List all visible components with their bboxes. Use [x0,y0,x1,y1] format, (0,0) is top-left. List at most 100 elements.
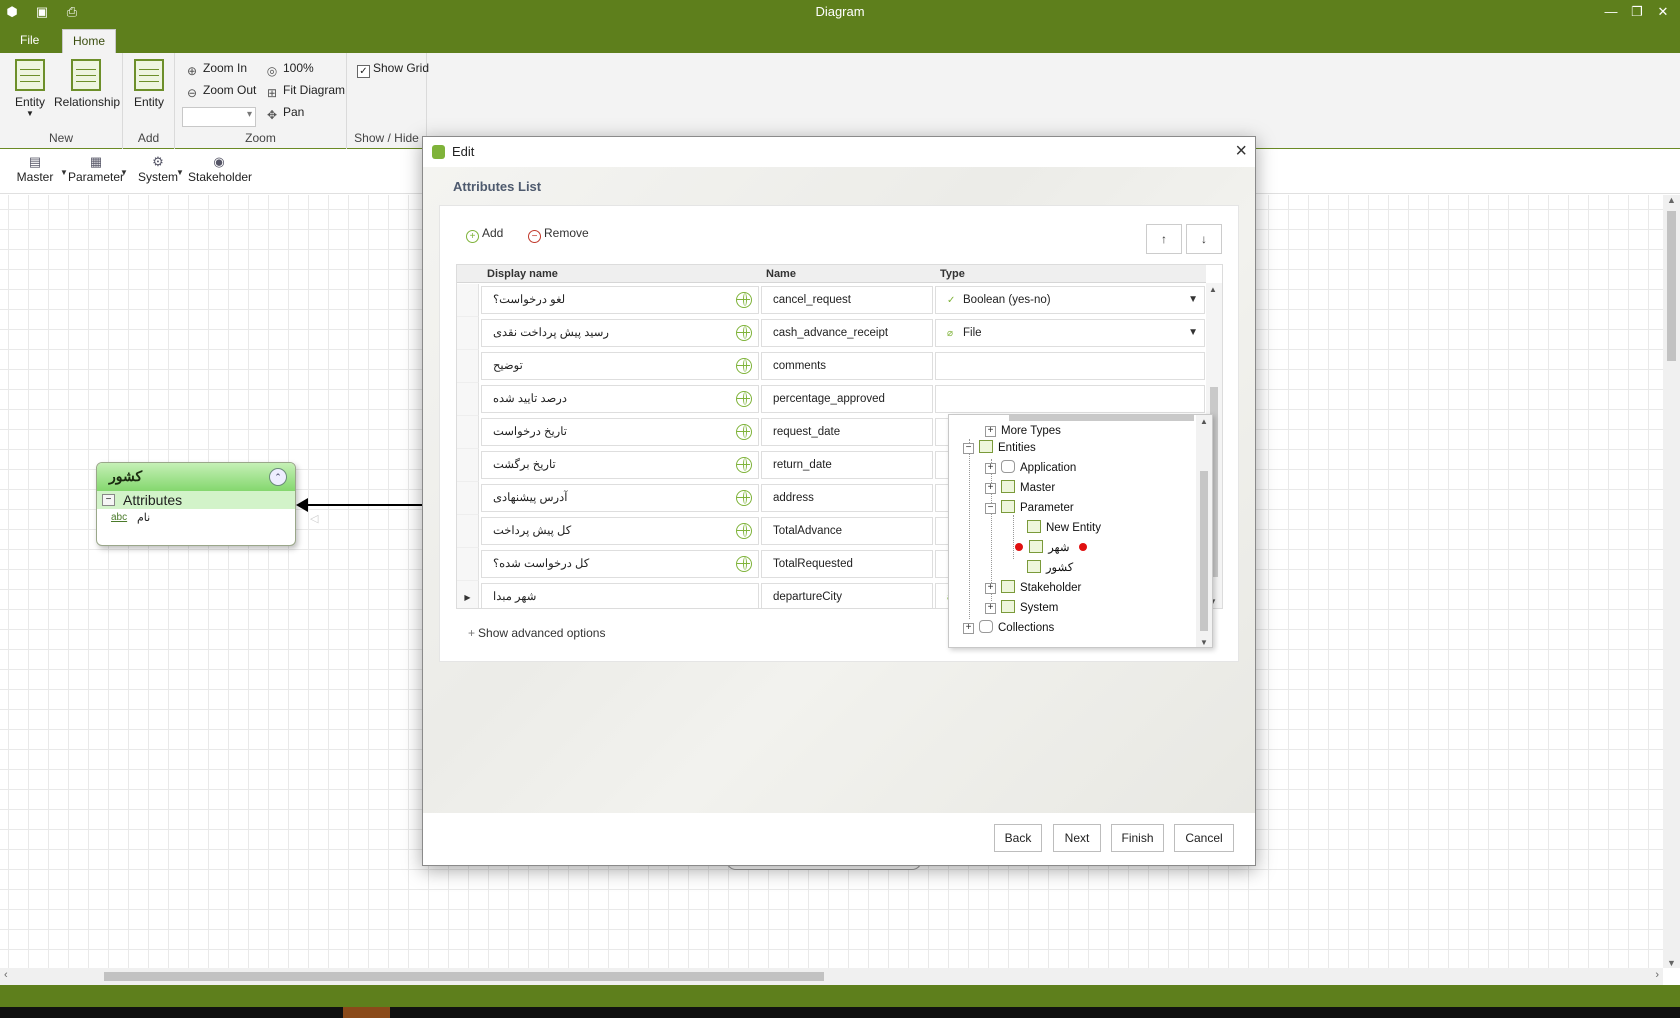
new-relationship-button[interactable]: Relationship [54,59,120,109]
collapse-icon[interactable]: − [985,503,996,514]
next-button[interactable]: Next [1053,824,1101,852]
globe-icon[interactable] [736,292,752,308]
close-icon[interactable]: × [1235,140,1247,163]
type-cell[interactable] [935,385,1205,413]
display-name-cell[interactable]: لغو درخواست؟ [481,286,759,314]
tree-item-application[interactable]: + Application [985,459,1076,478]
scroll-down-icon[interactable]: ▼ [1200,638,1208,647]
type-cell[interactable]: ✓ Boolean (yes-no) ▼ [935,286,1205,314]
globe-icon[interactable] [736,556,752,572]
move-down-button[interactable]: ↓ [1186,224,1222,254]
row-selector[interactable] [457,449,479,482]
scroll-down-icon[interactable]: ▼ [1666,958,1677,968]
scroll-up-icon[interactable]: ▲ [1666,195,1677,205]
globe-icon[interactable] [736,457,752,473]
name-cell[interactable]: departureCity [761,583,933,608]
table-row[interactable]: درصد تایید شده percentage_approved [457,383,1206,416]
display-name-cell[interactable]: تاریخ درخواست [481,418,759,446]
name-cell[interactable]: return_date [761,451,933,479]
fit-diagram-button[interactable]: ⊞ Fit Diagram [265,80,345,100]
toolbar-stakeholder-button[interactable]: ◉ Stakeholder [188,154,252,184]
tree-item-parameter[interactable]: − Parameter [985,499,1074,518]
name-cell[interactable]: TotalAdvance [761,517,933,545]
display-name-cell[interactable]: کل درخواست شده؟ [481,550,759,578]
name-cell[interactable]: percentage_approved [761,385,933,413]
zoom-in-button[interactable]: ⊕ Zoom In [185,58,247,78]
add-entity-button[interactable]: Entity [129,59,169,109]
table-row[interactable]: رسید پیش پرداخت نقدی cash_advance_receipt… [457,317,1206,350]
column-header-name[interactable]: Name [766,268,796,280]
minimize-icon[interactable]: — [1598,2,1624,21]
pan-button[interactable]: ✥ Pan [265,102,304,122]
display-name-cell[interactable]: درصد تایید شده [481,385,759,413]
toolbar-master-button[interactable]: ▤ Master ▼ [14,154,68,184]
tree-vertical-scrollbar[interactable]: ▲ ▼ [1196,415,1212,647]
globe-icon[interactable] [736,391,752,407]
close-window-icon[interactable]: ✕ [1650,2,1676,21]
tab-home[interactable]: Home [62,29,117,53]
tree-item-collections[interactable]: + Collections [963,619,1054,638]
globe-icon[interactable] [736,424,752,440]
display-name-cell[interactable]: تاریخ برگشت [481,451,759,479]
display-name-cell[interactable]: توضیح [481,352,759,380]
row-selector[interactable] [457,416,479,449]
display-name-cell[interactable]: کل پیش پرداخت [481,517,759,545]
scroll-up-icon[interactable]: ▲ [1200,417,1208,426]
row-selector[interactable] [457,482,479,515]
row-selector[interactable] [457,350,479,383]
type-cell[interactable]: ⌀ File ▼ [935,319,1205,347]
name-cell[interactable]: TotalRequested [761,550,933,578]
type-cell[interactable] [935,352,1205,380]
display-name-cell[interactable]: رسید پیش پرداخت نقدی [481,319,759,347]
zoom-100-button[interactable]: ◎ 100% [265,58,314,78]
row-selector[interactable]: ▶ [457,581,479,608]
toolbar-system-button[interactable]: ⚙ System ▼ [138,154,184,184]
expand-icon[interactable]: + [985,603,996,614]
cancel-button[interactable]: Cancel [1174,824,1234,852]
minus-icon[interactable]: − [102,494,115,506]
globe-icon[interactable] [736,358,752,374]
zoom-level-combo[interactable] [182,107,256,127]
tree-item-entities[interactable]: − Entities [963,439,1036,458]
name-cell[interactable]: cash_advance_receipt [761,319,933,347]
tab-file[interactable]: File [10,29,49,53]
row-selector[interactable] [457,284,479,317]
row-selector[interactable] [457,515,479,548]
tree-item-new-entity[interactable]: New Entity [1027,519,1101,538]
back-button[interactable]: Back [994,824,1042,852]
name-cell[interactable]: address [761,484,933,512]
show-advanced-options-link[interactable]: + Show advanced options [468,626,605,640]
name-cell[interactable]: cancel_request [761,286,933,314]
expand-icon[interactable]: + [985,463,996,474]
tree-item-system[interactable]: + System [985,599,1058,618]
finish-button[interactable]: Finish [1111,824,1164,852]
scroll-thumb[interactable] [1200,471,1208,631]
globe-icon[interactable] [736,490,752,506]
name-cell[interactable]: comments [761,352,933,380]
scroll-up-icon[interactable]: ▲ [1209,285,1217,294]
globe-icon[interactable] [736,523,752,539]
expand-icon[interactable]: + [963,623,974,634]
restore-icon[interactable]: ❐ [1624,2,1650,21]
expand-icon[interactable]: + [985,483,996,494]
tree-item-stakeholder[interactable]: + Stakeholder [985,579,1081,598]
table-row[interactable]: توضیح comments [457,350,1206,383]
scroll-thumb[interactable] [1667,211,1676,361]
new-entity-button[interactable]: Entity ▼ [10,59,50,118]
show-grid-checkbox[interactable]: ✓ Show Grid [357,58,429,78]
collapse-icon[interactable]: − [963,443,974,454]
row-selector[interactable] [457,317,479,350]
scroll-thumb[interactable] [104,972,824,981]
display-name-cell[interactable]: آدرس پیشنهادی [481,484,759,512]
entity-card[interactable]: کشور ⌃ − Attributes abc نام [96,462,296,546]
dropdown-arrow-icon[interactable]: ▼ [1188,320,1198,346]
dropdown-arrow-icon[interactable]: ▼ [1188,287,1198,313]
add-attribute-button[interactable]: + Add [466,226,503,243]
entity-attribute-row[interactable]: abc نام [97,509,295,527]
table-row[interactable]: لغو درخواست؟ cancel_request ✓ Boolean (yes-… [457,284,1206,317]
taskbar-item[interactable] [343,1007,390,1018]
column-header-type[interactable]: Type [940,268,965,280]
remove-attribute-button[interactable]: − Remove [528,226,589,243]
globe-icon[interactable] [736,325,752,341]
expand-icon[interactable]: + [985,583,996,594]
